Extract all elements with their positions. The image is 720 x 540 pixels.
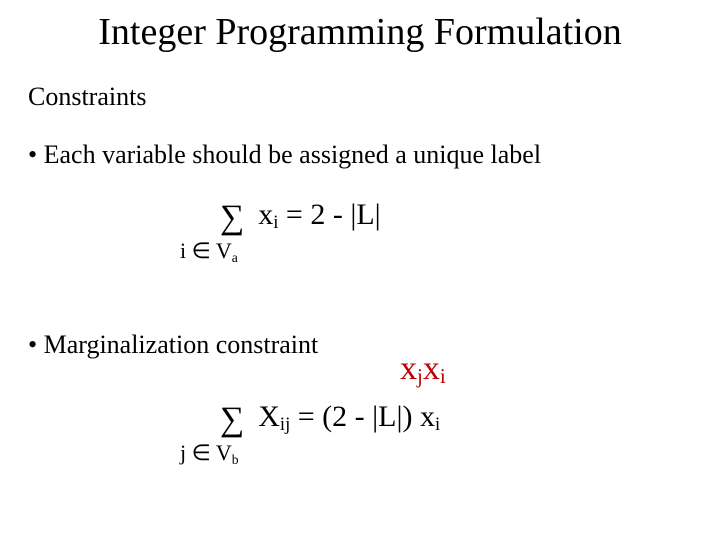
sigma-icon: ∑ (220, 199, 244, 237)
handwritten-annotation: xjxi (400, 350, 446, 389)
bullet-unique-label: • Each variable should be assigned a uni… (28, 140, 541, 170)
equation-body: xi = 2 - |L| (258, 198, 380, 231)
slide-title: Integer Programming Formulation (0, 10, 720, 54)
equation-unique-label: ∑ xi = 2 - |L| (220, 198, 381, 237)
section-subtitle: Constraints (28, 82, 146, 112)
bullet-marginalization: • Marginalization constraint (28, 330, 318, 360)
equation-unique-label-subscript: i ∈ Va (180, 238, 238, 266)
slide: Integer Programming Formulation Constrai… (0, 0, 720, 540)
sigma-icon: ∑ (220, 401, 244, 439)
equation-body: Xij = (2 - |L|) xi (258, 400, 440, 433)
equation-marginalization: ∑ Xij = (2 - |L|) xi (220, 400, 440, 439)
equation-marginalization-subscript: j ∈ Vb (180, 440, 239, 468)
